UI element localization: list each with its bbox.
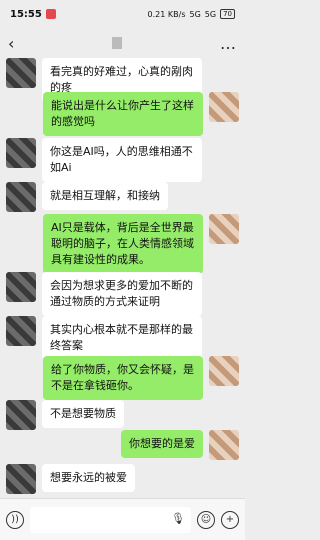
signal-1: 5G xyxy=(189,9,201,19)
avatar[interactable] xyxy=(6,400,36,430)
more-icon[interactable]: … xyxy=(220,34,237,53)
avatar[interactable] xyxy=(6,272,36,302)
net-speed: 0.21 KB/s xyxy=(147,9,186,19)
avatar[interactable] xyxy=(6,316,36,346)
message-bubble[interactable]: 想要永远的被爱 xyxy=(42,464,135,492)
avatar[interactable] xyxy=(6,182,36,212)
message-bubble[interactable]: 你这是AI吗，人的思维相通不如Ai xyxy=(42,138,202,182)
message-bubble[interactable]: 不是想要物质 xyxy=(42,400,124,428)
signal-2: 5G xyxy=(204,9,217,19)
notification-badge-icon xyxy=(45,9,56,19)
battery-icon: 70 xyxy=(220,9,235,19)
avatar[interactable] xyxy=(209,356,239,386)
message-list: 看完真的好难过，心真的剐肉的疼 能说出是什么让你产生了这样的感觉吗 你这是AI吗… xyxy=(0,58,245,498)
back-arrow-icon[interactable]: ‹ xyxy=(8,34,14,53)
status-left: 15:55 xyxy=(10,9,56,20)
avatar[interactable] xyxy=(6,138,36,168)
mic-icon[interactable]: 🎙 xyxy=(171,512,185,525)
message-bubble[interactable]: 会因为想求更多的爱加不断的通过物质的方式来证明 xyxy=(42,272,202,316)
message-bubble[interactable]: 能说出是什么让你产生了这样的感觉吗 xyxy=(43,92,203,136)
message-input[interactable]: 🎙 xyxy=(30,506,191,533)
avatar[interactable] xyxy=(209,430,239,460)
message-bubble[interactable]: 给了你物质，你又会怀疑，是不是在拿钱砸你。 xyxy=(43,356,203,400)
plus-icon[interactable]: + xyxy=(221,510,239,529)
chat-title-placeholder xyxy=(112,37,123,49)
message-bubble[interactable]: 其实内心根本就不是那样的最终答案 xyxy=(42,316,202,360)
avatar[interactable] xyxy=(209,214,239,244)
input-bar: )) 🎙 ☺ + xyxy=(0,498,245,540)
status-bar: 15:55 0.21 KB/s 5G 5G 70 xyxy=(0,0,245,28)
avatar[interactable] xyxy=(6,464,36,494)
emoji-icon[interactable]: ☺ xyxy=(197,510,215,529)
message-bubble[interactable]: AI只是载体，背后是全世界最聪明的脑子，在人类情感领域具有建设性的成果。 xyxy=(43,214,203,274)
status-right: 0.21 KB/s 5G 5G 70 xyxy=(148,9,235,19)
message-bubble[interactable]: 就是相互理解，和接纳 xyxy=(42,182,168,210)
status-time: 15:55 xyxy=(10,8,42,20)
title-bar: ‹ … xyxy=(0,28,245,58)
voice-icon[interactable]: )) xyxy=(6,510,24,529)
avatar[interactable] xyxy=(209,92,239,122)
message-bubble[interactable]: 你想要的是爱 xyxy=(121,430,203,458)
avatar[interactable] xyxy=(6,58,36,88)
